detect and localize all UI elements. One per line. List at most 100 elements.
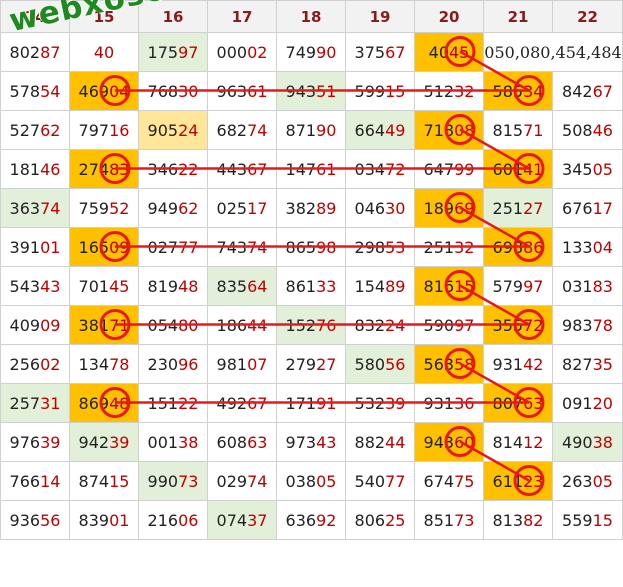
result-cell: 21606 <box>138 500 208 540</box>
result-cell: 02517 <box>207 188 277 228</box>
result-cell: 71808 <box>414 110 484 150</box>
result-cell: 86948 <box>69 383 139 423</box>
result-cell: 27483 <box>69 149 139 189</box>
result-cell: 56358 <box>414 344 484 384</box>
result-cell: 17191 <box>276 383 346 423</box>
result-cell: 90524 <box>138 110 208 150</box>
result-cell: 98378 <box>552 305 623 345</box>
result-cell: 58056 <box>345 344 415 384</box>
result-cell: 27927 <box>276 344 346 384</box>
result-cell: 40 <box>69 32 139 72</box>
result-cell: 38171 <box>69 305 139 345</box>
result-cell: 76830 <box>138 71 208 111</box>
result-cell: 18969 <box>414 188 484 228</box>
result-cell: 37567 <box>345 32 415 72</box>
result-cell: 49267 <box>207 383 277 423</box>
result-cell: 16509 <box>69 227 139 267</box>
result-cell: 82735 <box>552 344 623 384</box>
result-cell: 86133 <box>276 266 346 306</box>
result-cell: 80625 <box>345 500 415 540</box>
result-cell: 55915 <box>552 500 623 540</box>
result-cell: 15122 <box>138 383 208 423</box>
result-cell: 64799 <box>414 149 484 189</box>
result-cell: 59097 <box>414 305 484 345</box>
table-row: 36374 75952 94962 02517 38289 04630 18969 25127… <box>0 188 623 228</box>
result-cell: 87415 <box>69 461 139 501</box>
result-cell: 81948 <box>138 266 208 306</box>
result-cell: 34505 <box>552 149 623 189</box>
result-cell: 81615 <box>414 266 484 306</box>
result-cell: 18146 <box>0 149 70 189</box>
result-cell: 83224 <box>345 305 415 345</box>
column-header-17: 17 <box>207 0 277 33</box>
result-cell: 15276 <box>276 305 346 345</box>
result-cell: 39101 <box>0 227 70 267</box>
result-cell: 66449 <box>345 110 415 150</box>
result-cell: 84267 <box>552 71 623 111</box>
result-cell: 93656 <box>0 500 70 540</box>
result-cell: 54077 <box>345 461 415 501</box>
result-cell: 50846 <box>552 110 623 150</box>
column-header-18: 18 <box>276 0 346 33</box>
header-row: 14 15 16 17 18 19 20 21 22 <box>0 0 623 33</box>
result-cell: 59915 <box>345 71 415 111</box>
result-cell: 25132 <box>414 227 484 267</box>
table-row: 18146 27483 34622 44367 14761 03472 64799 60141… <box>0 149 623 189</box>
result-cell: 46904 <box>69 71 139 111</box>
table-row: 54343 70145 81948 83564 86133 15489 81615 57997… <box>0 266 623 306</box>
column-header-16: 16 <box>138 0 208 33</box>
result-cell: 61123 <box>483 461 553 501</box>
result-cell: 53239 <box>345 383 415 423</box>
result-cell: 07437 <box>207 500 277 540</box>
result-cell: 97639 <box>0 422 70 462</box>
result-cell: 29853 <box>345 227 415 267</box>
result-cell: 70145 <box>69 266 139 306</box>
result-cell: 67617 <box>552 188 623 228</box>
result-cell: 26305 <box>552 461 623 501</box>
result-cell: 81382 <box>483 500 553 540</box>
result-cell: 80763 <box>483 383 553 423</box>
result-cell: 81412 <box>483 422 553 462</box>
result-cell: 85173 <box>414 500 484 540</box>
result-cell: 09120 <box>552 383 623 423</box>
result-cell: 57854 <box>0 71 70 111</box>
result-cell: 58534 <box>483 71 553 111</box>
table-row: 57854 46904 76830 96361 94351 59915 51232 58534… <box>0 71 623 111</box>
result-cell: 34622 <box>138 149 208 189</box>
result-cell: 79716 <box>69 110 139 150</box>
results-body: 80287 40 17597 00002 74990 37567 4045 050,080,4… <box>0 32 623 540</box>
result-cell: 35572 <box>483 305 553 345</box>
result-cell: 050,080,454,484 <box>483 32 623 72</box>
result-cell: 03183 <box>552 266 623 306</box>
result-cell: 94239 <box>69 422 139 462</box>
result-cell: 98107 <box>207 344 277 384</box>
result-cell: 4045 <box>414 32 484 72</box>
result-cell: 13304 <box>552 227 623 267</box>
result-cell: 25602 <box>0 344 70 384</box>
result-cell: 96361 <box>207 71 277 111</box>
table-row: 39101 16509 02777 74374 86598 29853 25132 69886… <box>0 227 623 267</box>
lottery-results-table: 14 15 16 17 18 19 20 21 22 80287 40 17597 00002 7499… <box>0 0 623 540</box>
table-row: 40909 38171 05480 18644 15276 83224 59097 35572… <box>0 305 623 345</box>
result-cell: 97343 <box>276 422 346 462</box>
result-cell: 67475 <box>414 461 484 501</box>
result-cell: 38289 <box>276 188 346 228</box>
table-row: 97639 94239 00138 60863 97343 88244 94360 81412… <box>0 422 623 462</box>
column-header-22: 22 <box>552 0 623 33</box>
result-cell: 75952 <box>69 188 139 228</box>
result-cell: 54343 <box>0 266 70 306</box>
result-cell: 04630 <box>345 188 415 228</box>
result-cell: 83901 <box>69 500 139 540</box>
result-cell: 17597 <box>138 32 208 72</box>
result-cell: 25731 <box>0 383 70 423</box>
result-cell: 15489 <box>345 266 415 306</box>
result-cell: 52762 <box>0 110 70 150</box>
column-header-15: 15 <box>69 0 139 33</box>
result-cell: 02974 <box>207 461 277 501</box>
result-cell: 03472 <box>345 149 415 189</box>
result-cell: 05480 <box>138 305 208 345</box>
result-cell: 94351 <box>276 71 346 111</box>
column-header-20: 20 <box>414 0 484 33</box>
result-cell: 74374 <box>207 227 277 267</box>
column-header-19: 19 <box>345 0 415 33</box>
